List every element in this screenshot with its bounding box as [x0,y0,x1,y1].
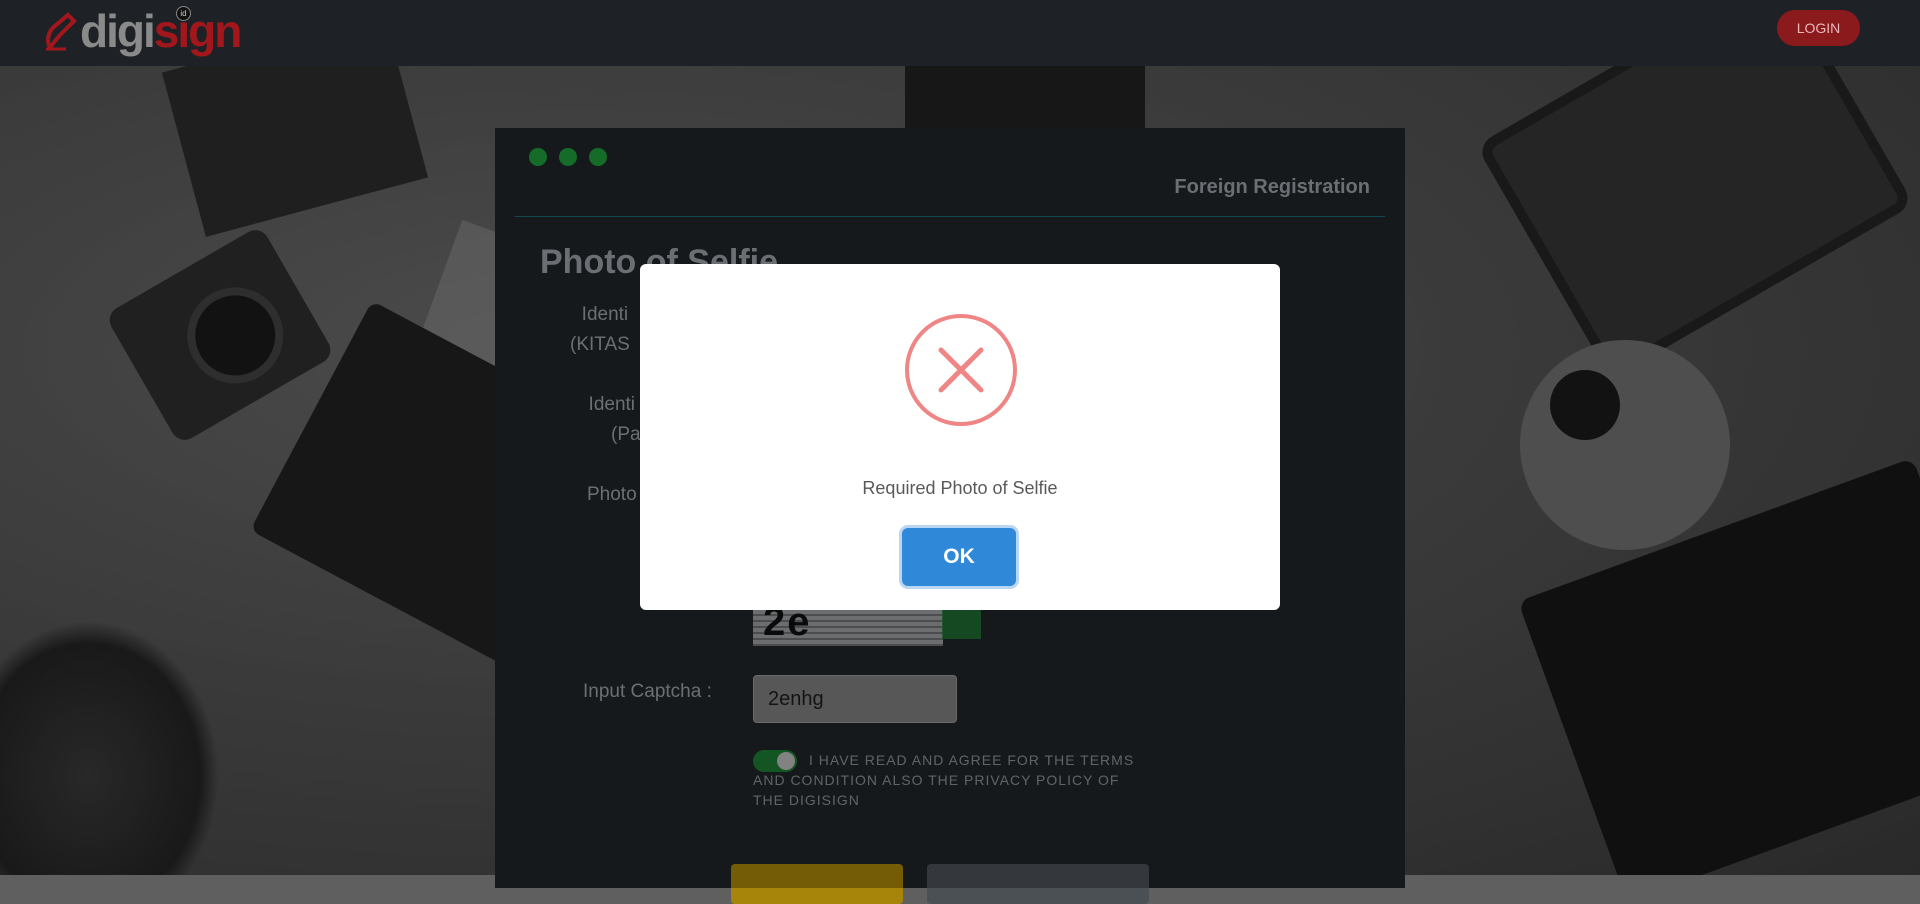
logo-wordmark: digisign [80,5,242,57]
logo-id-badge: id [176,6,191,21]
dialog-message: Required Photo of Selfie [862,478,1058,498]
navbar: digisign id LOGIN [0,0,1920,66]
login-button[interactable]: LOGIN [1777,10,1860,46]
error-x-icon [905,314,1017,426]
ok-button[interactable]: OK [902,528,1016,586]
logo-pen-icon [44,11,78,51]
digisign-logo[interactable]: digisign [44,5,242,57]
error-dialog: Required Photo of Selfie OK [640,264,1280,610]
